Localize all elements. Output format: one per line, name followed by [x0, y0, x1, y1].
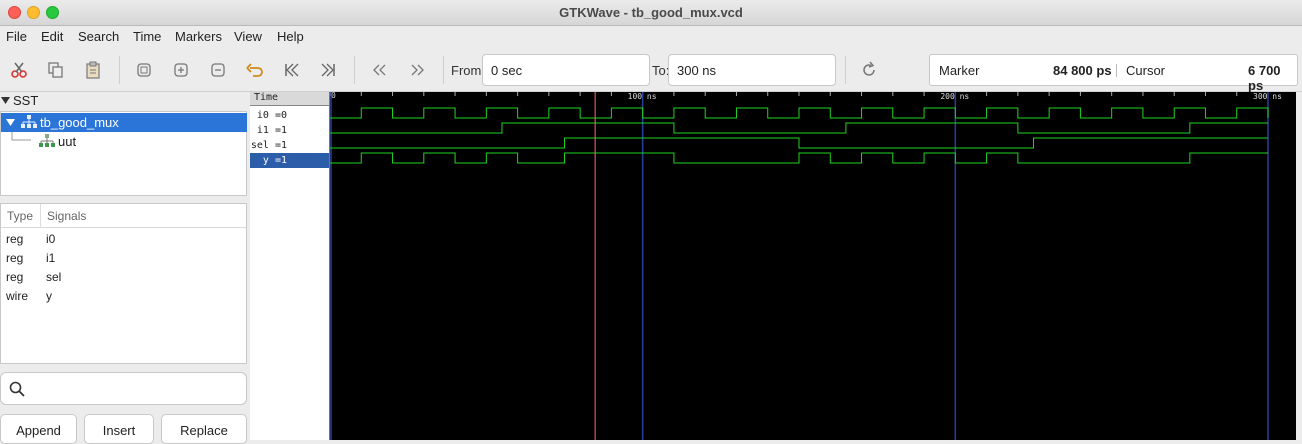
cut-icon[interactable]	[8, 60, 30, 80]
tree-item-label: tb_good_mux	[40, 115, 119, 130]
sst-header[interactable]: SST	[0, 92, 250, 112]
tree-item-uut[interactable]: uut	[1, 132, 247, 151]
waveform-trace	[330, 137, 1268, 149]
signal-row-i0[interactable]: reg i0	[1, 230, 246, 249]
waveform-trace	[330, 122, 1268, 134]
signal-row-sel[interactable]: reg sel	[1, 268, 246, 287]
cursor-label: Cursor	[1126, 63, 1166, 78]
wave-signal-name[interactable]: i0 =0	[250, 108, 329, 123]
paste-icon[interactable]	[82, 60, 104, 80]
signal-name: sel	[46, 270, 62, 284]
find-previous-edge-icon[interactable]	[369, 60, 391, 80]
wave-signal-name[interactable]: y =1	[250, 153, 329, 168]
column-signals[interactable]: Signals	[47, 209, 86, 223]
marker-value: 84 800 ps	[1053, 63, 1112, 78]
signals-panel: Type Signals reg i0 reg i1 reg sel wire …	[0, 203, 247, 364]
module-icon	[39, 134, 55, 147]
menu-file[interactable]: File	[6, 29, 27, 44]
window-title: GTKWave - tb_good_mux.vcd	[559, 5, 743, 20]
title-bar: GTKWave - tb_good_mux.vcd	[0, 0, 1302, 26]
sst-title: SST	[13, 93, 39, 108]
time-label: 300 ns	[1253, 92, 1282, 101]
waveform-pane[interactable]: 0 100 ns 200 ns 300 ns	[329, 91, 1296, 440]
menu-view[interactable]: View	[234, 29, 262, 44]
menu-help[interactable]: Help	[277, 29, 304, 44]
signal-row-i1[interactable]: reg i1	[1, 249, 246, 268]
signal-names-pane: Time i0 =0 i1 =1 sel =1 y =1	[250, 92, 330, 440]
menu-edit[interactable]: Edit	[41, 29, 63, 44]
sst-tree: tb_good_mux uut	[0, 111, 247, 196]
wave-signal-name[interactable]: i1 =1	[250, 123, 329, 138]
from-time-field[interactable]: 0 sec	[482, 54, 650, 86]
wave-signal-name[interactable]: sel =1	[250, 138, 329, 153]
signal-name: i1	[46, 251, 56, 265]
signal-type: wire	[6, 289, 29, 303]
signal-type: reg	[6, 232, 24, 246]
zoom-out-icon[interactable]	[207, 60, 229, 80]
expander-down-icon	[6, 119, 15, 126]
marker-label: Marker	[939, 63, 980, 78]
zoom-in-icon[interactable]	[170, 60, 192, 80]
signal-row-y[interactable]: wire y	[1, 287, 246, 306]
from-label: From:	[451, 63, 485, 78]
zoom-to-end-icon[interactable]	[317, 60, 339, 80]
reload-icon[interactable]	[858, 60, 880, 80]
zoom-to-start-icon[interactable]	[281, 60, 303, 80]
tree-item-label: uut	[58, 134, 77, 149]
tree-item-tb-good-mux[interactable]: tb_good_mux	[1, 113, 247, 132]
time-ruler	[330, 92, 1296, 100]
to-label: To:	[652, 63, 670, 78]
waveform-trace	[330, 152, 1268, 164]
find-next-edge-icon[interactable]	[406, 60, 428, 80]
tree-connector-icon	[11, 132, 31, 141]
time-label: 200 ns	[940, 92, 969, 101]
expander-down-icon	[1, 97, 10, 104]
menu-time[interactable]: Time	[133, 29, 161, 44]
module-icon	[21, 115, 37, 128]
signal-name: y	[46, 289, 52, 303]
waveform-canvas[interactable]: 0 100 ns 200 ns 300 ns	[329, 91, 1296, 440]
vertical-scrollbar[interactable]	[1296, 92, 1302, 440]
waveform-trace	[330, 107, 1269, 119]
signal-name: i0	[46, 232, 56, 246]
toolbar: From: 0 sec To: 300 ns Marker 84 800 ps …	[0, 48, 1302, 93]
signal-type: reg	[6, 251, 24, 265]
signal-type: reg	[6, 270, 24, 284]
names-time-header: Time	[250, 92, 329, 106]
time-label: 100 ns	[628, 92, 657, 101]
signal-search-input[interactable]	[0, 372, 247, 405]
copy-icon[interactable]	[45, 60, 67, 80]
menu-markers[interactable]: Markers	[175, 29, 222, 44]
cursor-value: 6 700 ps	[1248, 63, 1281, 93]
menu-bar: File Edit Search Time Markers View Help	[0, 26, 1302, 48]
search-icon	[9, 381, 25, 397]
to-time-field[interactable]: 300 ns	[668, 54, 836, 86]
marker-cursor-readout: Marker 84 800 ps Cursor 6 700 ps	[929, 54, 1298, 93]
zoom-fit-icon[interactable]	[133, 60, 155, 80]
undo-zoom-icon[interactable]	[244, 60, 266, 80]
menu-search[interactable]: Search	[78, 29, 119, 44]
signals-header: Type Signals	[1, 204, 246, 228]
column-type[interactable]: Type	[7, 209, 33, 223]
